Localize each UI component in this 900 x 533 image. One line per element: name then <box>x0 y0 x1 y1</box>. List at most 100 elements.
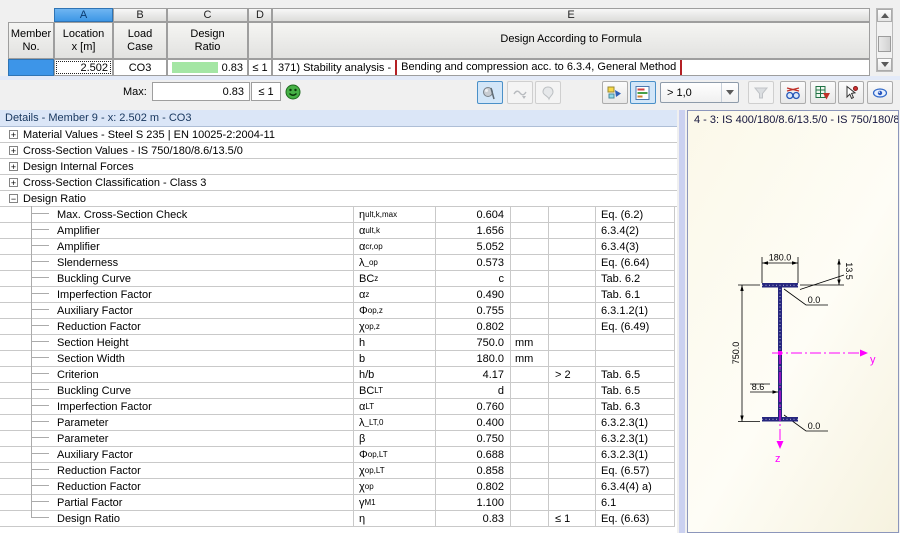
detail-section-row[interactable]: + Cross-Section Values - IS 750/180/8.6/… <box>0 143 677 159</box>
column-letter-b[interactable]: B <box>113 8 167 22</box>
result-values-button[interactable] <box>477 81 503 104</box>
design-ratio-cell[interactable]: 0.83 <box>167 59 248 76</box>
export-excel-button[interactable] <box>810 81 836 104</box>
detail-row[interactable]: Design Ratio η 0.83 ≤ 1 Eq. (6.63) <box>0 511 675 527</box>
detail-row[interactable]: Amplifier α cr,op 5.052 6.3.4(3) <box>0 239 675 255</box>
jump-to-graphic-button[interactable] <box>602 81 628 104</box>
details-row-list: Max. Cross-Section Check η ult,k,max 0.60… <box>0 207 675 527</box>
table-scrollbar[interactable] <box>876 8 893 72</box>
detail-label: Imperfection Factor <box>57 288 152 301</box>
results-display-button[interactable] <box>780 81 806 104</box>
detail-row[interactable]: Reduction Factor χ op 0.802 6.3.4(4) a) <box>0 479 675 495</box>
section-label: Cross-Section Classification - Class 3 <box>23 176 207 189</box>
member-no-cell-selected[interactable] <box>8 59 54 76</box>
detail-row[interactable]: Criterion h/b 4.17 > 2 Tab. 6.5 <box>0 367 675 383</box>
max-label: Max: <box>123 86 147 98</box>
scroll-up-button[interactable] <box>877 9 892 22</box>
detail-row[interactable]: Buckling Curve BC z c Tab. 6.2 <box>0 271 675 287</box>
expand-toggle-icon[interactable]: + <box>9 130 18 140</box>
column-letter-d[interactable]: D <box>248 8 272 22</box>
detail-unit <box>510 495 548 510</box>
header-location: Location x [m] <box>54 22 113 59</box>
dropdown-value: > 1,0 <box>667 86 692 99</box>
detail-section-row[interactable]: + Design Internal Forces <box>0 159 677 175</box>
detail-row[interactable]: Slenderness λ _op 0.573 Eq. (6.64) <box>0 255 675 271</box>
detail-row[interactable]: Max. Cross-Section Check η ult,k,max 0.60… <box>0 207 675 223</box>
expand-toggle-icon[interactable]: + <box>9 178 18 188</box>
arrow-up-icon <box>880 13 889 18</box>
filter-button[interactable] <box>748 81 774 104</box>
ratio-filter-dropdown[interactable]: > 1,0 <box>660 82 739 103</box>
detail-unit: mm <box>510 351 548 366</box>
symbol-subscript: z <box>374 274 379 283</box>
location-cell[interactable]: 2.502 <box>54 59 113 76</box>
detail-row[interactable]: Buckling Curve BC LT d Tab. 6.5 <box>0 383 675 399</box>
glasses-icon <box>786 86 800 99</box>
dim-radius-top: 0.0 <box>808 295 821 305</box>
detail-row[interactable]: Parameter λ _LT,0 0.400 6.3.2.3(1) <box>0 415 675 431</box>
excel-export-icon <box>815 85 830 99</box>
scrollbar-thumb[interactable] <box>878 36 891 52</box>
section-label: Design Internal Forces <box>23 160 134 173</box>
detail-row[interactable]: Reduction Factor χ op,z 0.802 Eq. (6.49) <box>0 319 675 335</box>
detail-row[interactable]: Amplifier α ult,k 1.656 6.3.4(2) <box>0 223 675 239</box>
detail-row[interactable]: Imperfection Factor α LT 0.760 Tab. 6.3 <box>0 399 675 415</box>
result-balloon-button[interactable] <box>535 81 561 104</box>
expand-toggle-icon[interactable]: + <box>9 162 18 172</box>
detail-row[interactable]: Auxiliary Factor Φop,LT 0.688 6.3.2.3(1) <box>0 447 675 463</box>
detail-row[interactable]: Reduction Factor χ op,LT 0.858 Eq. (6.57) <box>0 463 675 479</box>
column-letter-e[interactable]: E <box>272 8 870 22</box>
detail-row[interactable]: Section Height h 750.0 mm <box>0 335 675 351</box>
detail-criterion <box>548 463 595 478</box>
header-design-formula: Design According to Formula <box>272 22 870 59</box>
detail-criterion <box>548 319 595 334</box>
detail-reference: Tab. 6.5 <box>595 367 675 382</box>
dropdown-arrow-icon <box>726 90 734 95</box>
detail-reference: Tab. 6.3 <box>595 399 675 414</box>
symbol-subscript: op,z <box>364 322 380 331</box>
detail-reference: Tab. 6.2 <box>595 271 675 286</box>
detail-reference: Tab. 6.5 <box>595 383 675 398</box>
view-mode-button[interactable] <box>867 81 893 104</box>
detail-criterion <box>548 287 595 302</box>
detail-criterion <box>548 239 595 254</box>
formula-cell[interactable]: 371) Stability analysis - Bending and co… <box>272 59 870 76</box>
cross-section-drawing: 180.0 13.5 750.0 8.6 0.0 0.0 y z <box>731 253 876 466</box>
detail-row[interactable]: Imperfection Factor αz 0.490 Tab. 6.1 <box>0 287 675 303</box>
limit-cell[interactable]: ≤ 1 <box>248 59 272 76</box>
detail-label: Parameter <box>57 432 109 445</box>
details-scroll-strip[interactable] <box>679 110 685 533</box>
ok-smiley-icon <box>285 84 301 100</box>
detail-row[interactable]: Section Width b 180.0 mm <box>0 351 675 367</box>
column-letter-c[interactable]: C <box>167 8 248 22</box>
detail-unit <box>510 463 548 478</box>
detail-reference: Tab. 6.1 <box>595 287 675 302</box>
result-diagrams-button[interactable] <box>630 81 656 104</box>
expand-toggle-icon[interactable]: − <box>9 194 18 204</box>
column-letter-a[interactable]: A <box>54 8 113 22</box>
scroll-down-button[interactable] <box>877 58 892 71</box>
detail-section-row[interactable]: + Material Values - Steel S 235 | EN 100… <box>0 127 677 143</box>
jump-to-graphic-icon <box>607 86 621 98</box>
smooth-results-button[interactable] <box>507 81 533 104</box>
expand-toggle-icon[interactable]: + <box>9 146 18 156</box>
load-case-cell[interactable]: CO3 <box>113 59 167 76</box>
symbol-subscript: _op <box>364 258 378 267</box>
detail-section-row[interactable]: + Cross-Section Classification - Class 3 <box>0 175 677 191</box>
detail-unit <box>510 415 548 430</box>
detail-row[interactable]: Partial Factor γ M1 1.100 6.1 <box>0 495 675 511</box>
detail-section-row[interactable]: − Design Ratio <box>0 191 677 207</box>
detail-criterion <box>548 431 595 446</box>
detail-criterion <box>548 335 595 350</box>
symbol-subscript: M1 <box>364 498 376 507</box>
detail-criterion <box>548 207 595 222</box>
detail-criterion <box>548 255 595 270</box>
formula-prefix: 371) Stability analysis - <box>278 61 392 74</box>
symbol-subscript: ult,k <box>365 226 381 235</box>
detail-row[interactable]: Auxiliary Factor Φop,z 0.755 6.3.1.2(1) <box>0 303 675 319</box>
symbol-subscript: op,LT <box>367 450 388 459</box>
select-in-graphic-button[interactable] <box>838 81 864 104</box>
detail-value: 0.83 <box>435 511 510 526</box>
detail-value: 750.0 <box>435 335 510 350</box>
detail-row[interactable]: Parameter β 0.750 6.3.2.3(1) <box>0 431 675 447</box>
